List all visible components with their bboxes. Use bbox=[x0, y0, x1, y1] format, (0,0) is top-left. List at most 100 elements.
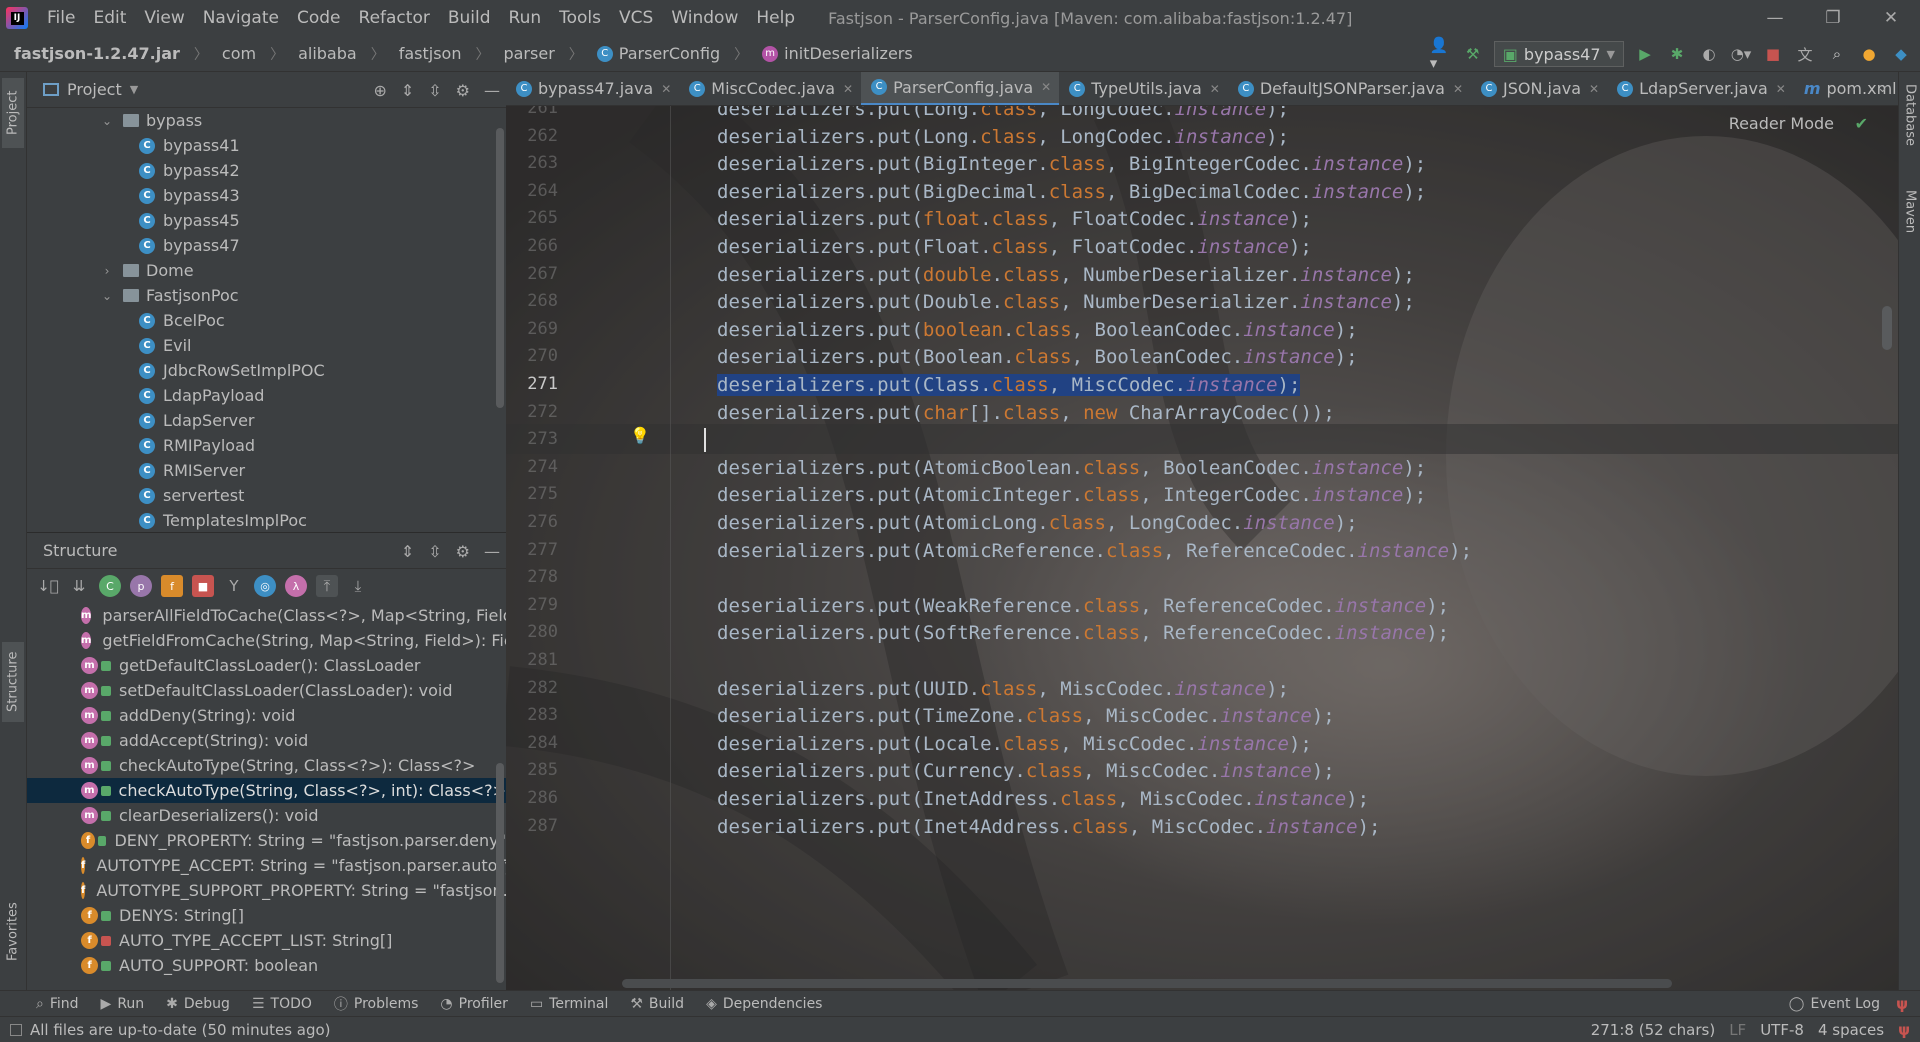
show-anonymous-icon[interactable]: ◎ bbox=[254, 575, 276, 597]
chevron-down-icon[interactable]: ⌄ bbox=[99, 289, 115, 303]
structure-field[interactable]: f AUTO_SUPPORT: boolean bbox=[27, 953, 506, 978]
locate-icon[interactable]: ⊕ bbox=[373, 81, 386, 100]
code-line[interactable]: deserializers.put(AtomicReference.class,… bbox=[717, 538, 1472, 564]
tree-class[interactable]: Cbypass47 bbox=[27, 233, 494, 258]
editor-tab[interactable]: C JSON.java ✕ bbox=[1471, 72, 1607, 105]
menu-item-code[interactable]: Code bbox=[288, 8, 350, 28]
tree-folder[interactable]: ⌄ bypass bbox=[27, 108, 494, 133]
tree-class[interactable]: C RMIPayload bbox=[27, 433, 494, 458]
code-line[interactable]: deserializers.put(Boolean.class, Boolean… bbox=[717, 344, 1358, 370]
code-line[interactable]: deserializers.put(Currency.class, MiscCo… bbox=[717, 758, 1335, 784]
code-line[interactable]: deserializers.put(WeakReference.class, R… bbox=[717, 593, 1449, 619]
line-separator[interactable]: LF bbox=[1729, 1021, 1746, 1039]
close-tab-icon[interactable]: ✕ bbox=[1776, 82, 1786, 96]
structure-method[interactable]: m setDefaultClassLoader(ClassLoader): voi… bbox=[27, 678, 506, 703]
tool-window-find[interactable]: ⌕ Find bbox=[26, 996, 91, 1012]
show-lambda-icon[interactable]: λ bbox=[285, 575, 307, 597]
breadcrumb-method[interactable]: m initDeserializers bbox=[748, 44, 913, 63]
close-tab-icon[interactable]: ✕ bbox=[843, 82, 853, 96]
menu-item-vcs[interactable]: VCS bbox=[610, 8, 662, 28]
show-lambdas-icon[interactable]: Y bbox=[223, 575, 245, 597]
translate-icon[interactable]: 文 bbox=[1794, 43, 1816, 65]
code-line[interactable]: deserializers.put(InetAddress.class, Mis… bbox=[717, 786, 1369, 812]
menu-item-help[interactable]: Help bbox=[747, 8, 804, 28]
tree-class[interactable]: C LdapPayload bbox=[27, 383, 494, 408]
structure-method[interactable]: m parserAllFieldToCache(Class<?>, Map<Str… bbox=[27, 603, 506, 628]
breadcrumb-part[interactable]: com bbox=[208, 44, 256, 63]
run-icon[interactable]: ▶ bbox=[1634, 43, 1656, 65]
menu-item-window[interactable]: Window bbox=[662, 8, 747, 28]
code-line[interactable]: deserializers.put(Long.class, LongCodec.… bbox=[717, 124, 1289, 150]
chevron-down-icon[interactable]: ⌄ bbox=[99, 114, 115, 128]
hide-icon[interactable]: — bbox=[484, 81, 500, 100]
power-save-icon[interactable]: ψ bbox=[1898, 1021, 1910, 1039]
menu-item-refactor[interactable]: Refactor bbox=[350, 8, 439, 28]
breadcrumb-jar[interactable]: fastjson-1.2.47.jar bbox=[0, 44, 180, 63]
breadcrumb-part[interactable]: alibaba bbox=[284, 44, 357, 63]
sort-visibility-icon[interactable]: ↓⃨ bbox=[37, 575, 59, 597]
plugin-icon[interactable]: ◆ bbox=[1890, 43, 1912, 65]
show-fields-icon[interactable]: f bbox=[161, 575, 183, 597]
structure-method[interactable]: m checkAutoType(String, Class<?>, int): C… bbox=[27, 778, 506, 803]
update-icon[interactable]: ● bbox=[1858, 43, 1880, 65]
editor-tab[interactable]: C LdapServer.java ✕ bbox=[1607, 72, 1794, 105]
tree-class[interactable]: C BcelPoc bbox=[27, 308, 494, 333]
autoscroll-from-source-icon[interactable]: ⤓ bbox=[347, 575, 369, 597]
code-line[interactable]: deserializers.put(AtomicInteger.class, I… bbox=[717, 482, 1426, 508]
coverage-icon[interactable]: ◐ bbox=[1698, 43, 1720, 65]
code-line[interactable]: deserializers.put(float.class, FloatCode… bbox=[717, 206, 1312, 232]
editor-scrollbar[interactable] bbox=[1882, 306, 1892, 350]
tree-class[interactable]: Cbypass42 bbox=[27, 158, 494, 183]
tool-window-problems[interactable]: ⓘ Problems bbox=[324, 994, 431, 1014]
show-properties-icon[interactable]: p bbox=[130, 575, 152, 597]
structure-field[interactable]: f AUTO_TYPE_ACCEPT_LIST: String[] bbox=[27, 928, 506, 953]
code-line[interactable]: deserializers.put(char[].class, new Char… bbox=[717, 400, 1335, 426]
gear-icon[interactable]: ⚙ bbox=[456, 542, 470, 561]
tree-class[interactable]: Cbypass45 bbox=[27, 208, 494, 233]
menu-item-file[interactable]: File bbox=[38, 8, 84, 28]
menu-item-view[interactable]: View bbox=[135, 8, 193, 28]
debug-icon[interactable]: ✱ bbox=[1666, 43, 1688, 65]
code-line[interactable]: deserializers.put(AtomicBoolean.class, B… bbox=[717, 455, 1426, 481]
menu-item-build[interactable]: Build bbox=[439, 8, 500, 28]
tool-window-run[interactable]: ▶ Run bbox=[91, 996, 157, 1012]
tree-class[interactable]: C LdapServer bbox=[27, 408, 494, 433]
code-editor[interactable]: 261 262 263 264 265 266 267 268 269 270 271 272 273 2… bbox=[506, 106, 1898, 990]
menu-item-run[interactable]: Run bbox=[500, 8, 551, 28]
menu-item-tools[interactable]: Tools bbox=[550, 8, 610, 28]
code-line[interactable]: deserializers.put(Inet4Address.class, Mi… bbox=[717, 814, 1381, 840]
tool-window-build[interactable]: ⚒ Build bbox=[620, 996, 696, 1012]
collapse-all-icon[interactable]: ⇳ bbox=[428, 81, 441, 100]
search-icon[interactable]: ⌕ bbox=[1826, 43, 1848, 65]
restore-icon[interactable]: ❐ bbox=[1804, 0, 1862, 36]
chevron-down-icon[interactable]: ▼ bbox=[130, 83, 138, 96]
code-line[interactable]: deserializers.put(BigDecimal.class, BigD… bbox=[717, 179, 1426, 205]
structure-method[interactable]: m getFieldFromCache(String, Map<String, F… bbox=[27, 628, 506, 653]
editor-horizontal-scrollbar[interactable] bbox=[622, 979, 1672, 988]
code-line[interactable]: deserializers.put(Class.class, MiscCodec… bbox=[717, 372, 1301, 398]
inspection-ok-icon[interactable]: ✔ bbox=[1855, 114, 1868, 133]
tool-window-todo[interactable]: ☰ TODO bbox=[242, 996, 324, 1012]
user-icon[interactable]: 👤▾ bbox=[1430, 36, 1452, 72]
tree-folder[interactable]: › Dome bbox=[27, 258, 494, 283]
run-configuration-selector[interactable]: ▣ bypass47 ▼ bbox=[1493, 41, 1624, 67]
gear-icon[interactable]: ⚙ bbox=[456, 81, 470, 100]
structure-method[interactable]: m addDeny(String): void bbox=[27, 703, 506, 728]
expand-all-icon[interactable]: ⇕ bbox=[401, 542, 414, 561]
tree-class[interactable]: Cservertest bbox=[27, 483, 494, 508]
reader-mode-toggle[interactable]: Reader Mode bbox=[1729, 114, 1834, 133]
structure-scrollbar[interactable] bbox=[496, 763, 504, 983]
project-scrollbar[interactable] bbox=[496, 128, 504, 408]
project-tool-tab[interactable]: Project bbox=[2, 78, 24, 148]
file-encoding[interactable]: UTF-8 bbox=[1760, 1021, 1804, 1039]
show-non-public-icon[interactable]: ■ bbox=[192, 575, 214, 597]
tree-class[interactable]: C TemplatesImplPoc bbox=[27, 508, 494, 532]
database-tool-tab[interactable]: Database bbox=[1899, 80, 1920, 150]
intention-bulb-icon[interactable]: 💡 bbox=[630, 426, 650, 445]
expand-all-icon[interactable]: ⇕ bbox=[401, 81, 414, 100]
maven-tool-tab[interactable]: Maven bbox=[1899, 182, 1920, 242]
menu-item-edit[interactable]: Edit bbox=[84, 8, 135, 28]
close-tab-icon[interactable]: ✕ bbox=[661, 82, 671, 96]
editor-tab[interactable]: Cbypass47.java ✕ bbox=[506, 72, 679, 105]
structure-method[interactable]: m clearDeserializers(): void bbox=[27, 803, 506, 828]
